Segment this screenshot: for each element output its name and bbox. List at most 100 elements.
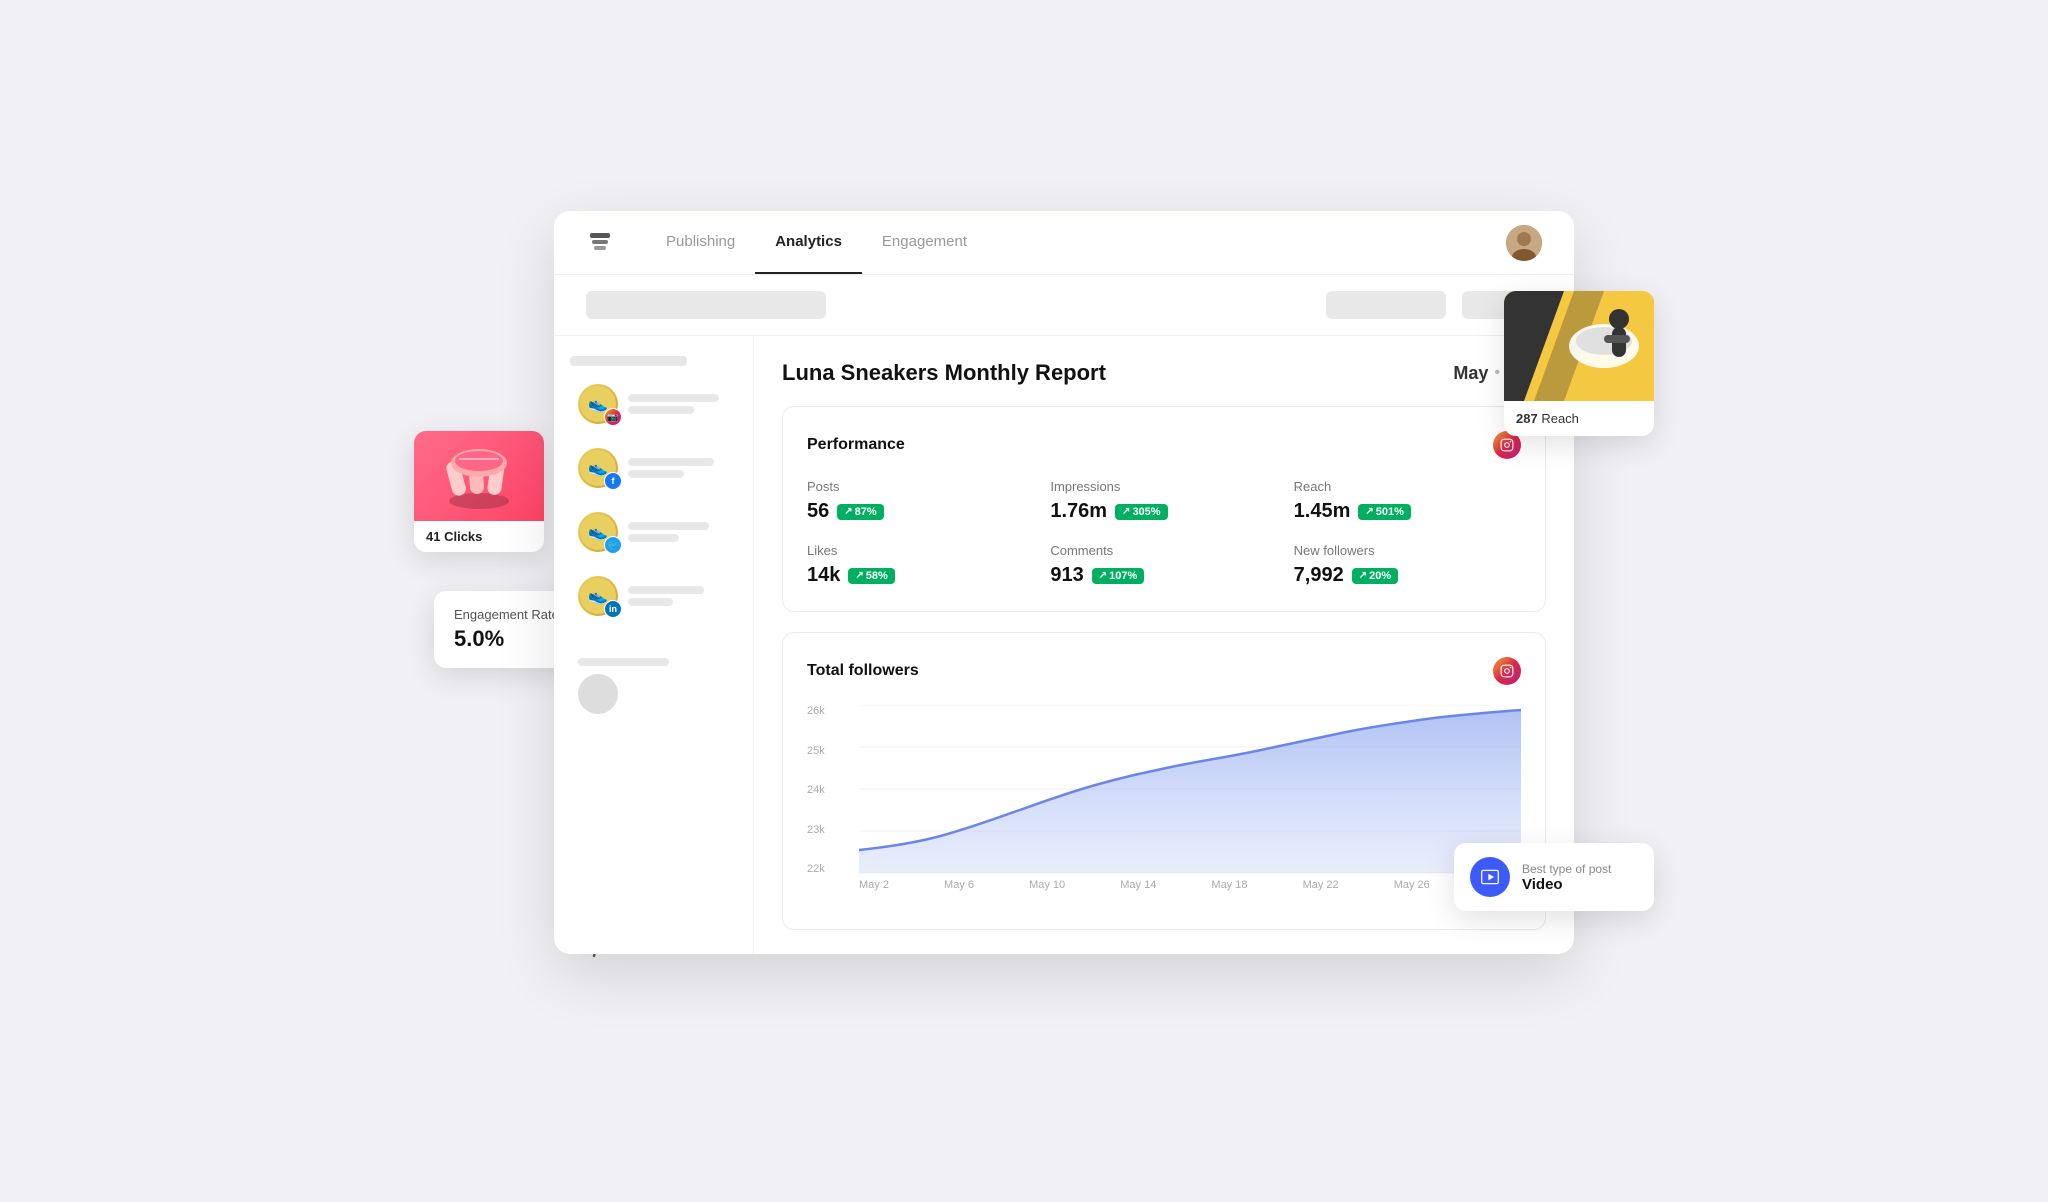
chart-card: Total followers 22k xyxy=(782,632,1546,930)
metric-impressions-badge: 305% xyxy=(1115,504,1168,520)
account-avatar-linkedin: 👟 in xyxy=(578,576,618,616)
metric-likes: Likes 14k 58% xyxy=(807,543,1034,587)
navbar: Publishing Analytics Engagement xyxy=(554,211,1574,275)
chart-x-label: May 6 xyxy=(944,879,974,905)
sidebar-account-instagram[interactable]: 👟 📷 xyxy=(570,378,737,430)
metric-posts-row: 56 87% xyxy=(807,500,1034,523)
sidebar-account-facebook[interactable]: 👟 f xyxy=(570,442,737,494)
linkedin-badge: in xyxy=(604,600,622,618)
report-header: Luna Sneakers Monthly Report May • 1– 31 xyxy=(782,360,1546,386)
chart-x-labels: May 2 May 6 May 10 May 14 May 18 May 22 … xyxy=(859,879,1521,905)
logo[interactable] xyxy=(586,229,614,257)
metric-followers: New followers 7,992 20% xyxy=(1294,543,1521,587)
sidebar-more-area xyxy=(570,650,737,738)
sidebar-bar xyxy=(628,458,714,466)
metric-impressions-row: 1.76m 305% xyxy=(1050,500,1277,523)
performance-card-header: Performance xyxy=(807,431,1521,459)
account-avatar-twitter: 👟 🐦 xyxy=(578,512,618,552)
performance-card: Performance Posts xyxy=(782,406,1546,612)
clicks-image xyxy=(414,431,544,521)
metric-reach-row: 1.45m 501% xyxy=(1294,500,1521,523)
report-month: May xyxy=(1453,363,1488,384)
clicks-label: 41 Clicks xyxy=(414,521,544,552)
sub-header-bar-2 xyxy=(1326,291,1446,319)
chart-instagram-icon xyxy=(1493,657,1521,685)
account-avatar-facebook: 👟 f xyxy=(578,448,618,488)
sidebar: 👟 📷 xyxy=(554,336,754,954)
app-window: Publishing Analytics Engagement xyxy=(554,211,1574,954)
sub-header xyxy=(554,275,1574,336)
metric-reach-label: Reach xyxy=(1294,479,1521,494)
metrics-grid: Posts 56 87% Impressions 1.76m 305% xyxy=(807,479,1521,587)
reach-value: 287 xyxy=(1516,411,1538,426)
best-post-icon xyxy=(1470,857,1510,897)
avatar[interactable] xyxy=(1506,225,1542,261)
metric-posts-label: Posts xyxy=(807,479,1034,494)
metric-impressions-label: Impressions xyxy=(1050,479,1277,494)
sidebar-account-linkedin[interactable]: 👟 in xyxy=(570,570,737,622)
reach-label: 287 Reach xyxy=(1504,401,1654,436)
sidebar-account-twitter[interactable]: 👟 🐦 xyxy=(570,506,737,558)
metric-posts-badge: 87% xyxy=(837,504,883,520)
metric-reach-value: 1.45m xyxy=(1294,500,1351,523)
account-avatar-instagram: 👟 📷 xyxy=(578,384,618,424)
chart-x-label: May 2 xyxy=(859,879,889,905)
best-post-card: Best type of post Video xyxy=(1454,843,1654,911)
chart-svg-container xyxy=(859,705,1521,875)
best-post-label: Best type of post xyxy=(1522,862,1611,876)
chart-x-label: May 26 xyxy=(1394,879,1430,905)
best-post-value: Video xyxy=(1522,876,1611,893)
main-content: 👟 📷 xyxy=(554,336,1574,954)
chart-x-label: May 18 xyxy=(1211,879,1247,905)
chart-y-label: 25k xyxy=(807,745,855,757)
metric-posts-value: 56 xyxy=(807,500,829,523)
clicks-text: Clicks xyxy=(444,529,482,544)
scene: 41 Clicks Engagement Rate 5.0% xyxy=(474,211,1574,991)
chart-x-label: May 22 xyxy=(1303,879,1339,905)
metric-likes-row: 14k 58% xyxy=(807,564,1034,587)
sidebar-bar xyxy=(628,522,709,530)
chart-y-label: 23k xyxy=(807,824,855,836)
chart-y-label: 24k xyxy=(807,784,855,796)
sidebar-bar xyxy=(578,658,669,666)
sidebar-bar xyxy=(628,586,704,594)
metric-impressions-value: 1.76m xyxy=(1050,500,1107,523)
performance-title: Performance xyxy=(807,436,905,454)
chart-fill xyxy=(859,710,1521,873)
content-panel: Luna Sneakers Monthly Report May • 1– 31… xyxy=(754,336,1574,954)
metric-likes-badge: 58% xyxy=(848,568,894,584)
sidebar-bar xyxy=(628,406,694,414)
chart-title: Total followers xyxy=(807,662,919,680)
report-title: Luna Sneakers Monthly Report xyxy=(782,360,1106,386)
sub-header-bar-1 xyxy=(586,291,826,319)
metric-comments: Comments 913 107% xyxy=(1050,543,1277,587)
metric-likes-value: 14k xyxy=(807,564,840,587)
chart-card-header: Total followers xyxy=(807,657,1521,685)
metric-comments-label: Comments xyxy=(1050,543,1277,558)
nav-tabs: Publishing Analytics Engagement xyxy=(646,211,1474,274)
metric-comments-badge: 107% xyxy=(1092,568,1145,584)
chart-y-label: 26k xyxy=(807,705,855,717)
chart-svg xyxy=(859,705,1521,875)
sidebar-bar xyxy=(628,534,679,542)
logo-icon xyxy=(586,229,614,257)
metric-posts: Posts 56 87% xyxy=(807,479,1034,523)
metric-comments-row: 913 107% xyxy=(1050,564,1277,587)
report-dot: • xyxy=(1494,364,1500,382)
tab-publishing[interactable]: Publishing xyxy=(646,211,755,274)
clicks-value: 41 xyxy=(426,529,440,544)
tab-analytics[interactable]: Analytics xyxy=(755,211,862,274)
chart-x-label: May 10 xyxy=(1029,879,1065,905)
sidebar-avatar-placeholder xyxy=(578,674,618,714)
chart-y-labels: 22k 23k 24k 25k 26k xyxy=(807,705,855,875)
facebook-badge: f xyxy=(604,472,622,490)
reach-text: Reach xyxy=(1541,411,1579,426)
sidebar-bar xyxy=(628,394,719,402)
reach-image xyxy=(1504,291,1654,401)
reach-card: 287 Reach xyxy=(1504,291,1654,436)
metric-followers-label: New followers xyxy=(1294,543,1521,558)
metric-followers-value: 7,992 xyxy=(1294,564,1344,587)
metric-reach-badge: 501% xyxy=(1358,504,1411,520)
tab-engagement[interactable]: Engagement xyxy=(862,211,987,274)
sidebar-bar xyxy=(628,470,684,478)
